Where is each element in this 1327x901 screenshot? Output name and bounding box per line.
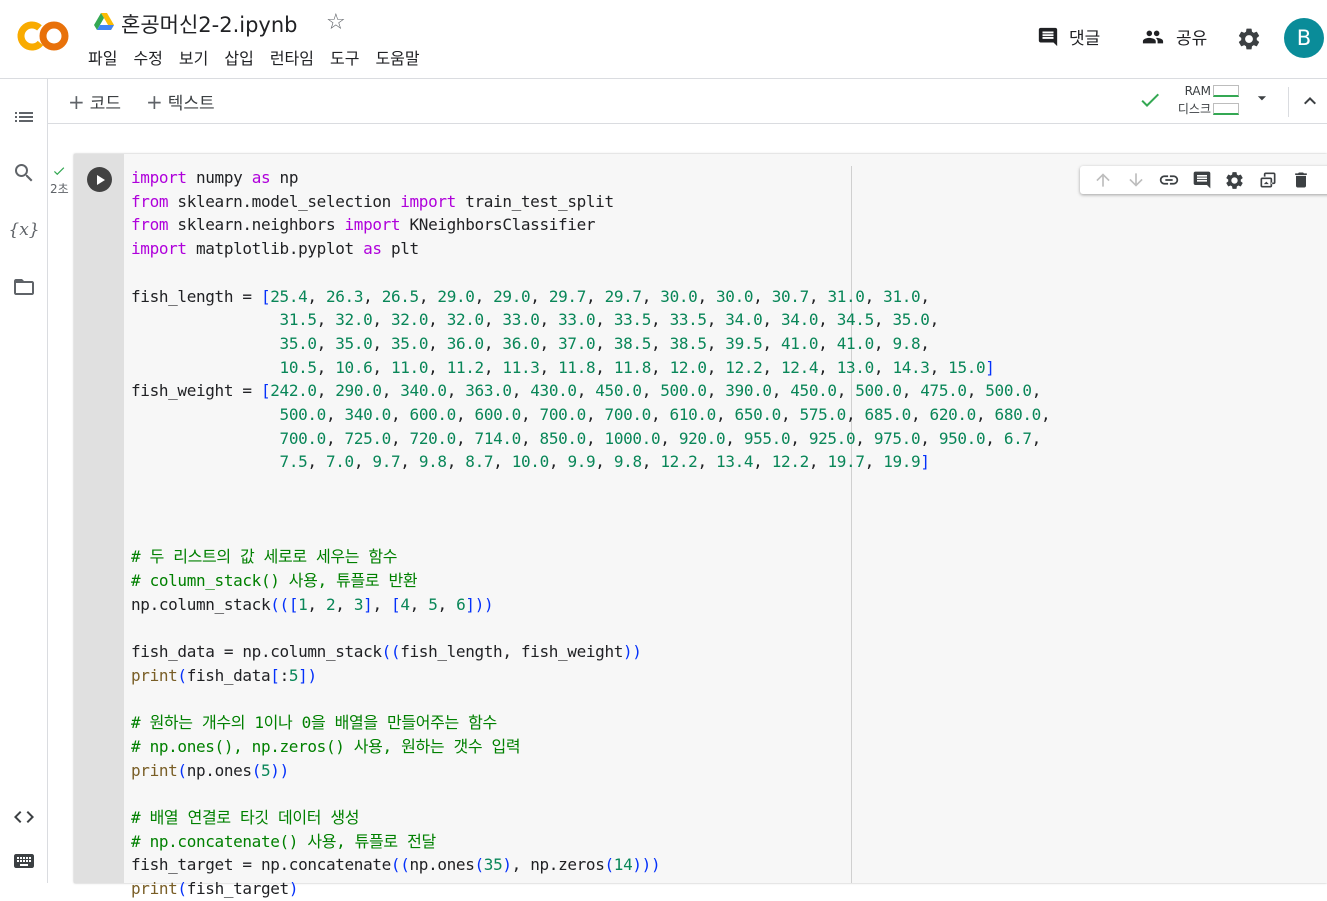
notebook-title[interactable]: 혼공머신2-2.ipynb [121,9,298,39]
menu-file[interactable]: 파일 [80,47,125,71]
comment-button[interactable]: 댓글 [1037,24,1100,49]
left-sidebar: {x} [0,79,48,883]
star-outline-icon[interactable]: ☆ [326,11,346,35]
ram-label: RAM [1184,84,1211,98]
notebook-content: 2초 import numpy as np from sklearn.model… [48,124,1327,898]
resource-meters[interactable] [1213,85,1239,121]
share-button[interactable]: 공유 [1140,24,1207,49]
resource-labels[interactable]: RAM 디스크 [1165,82,1211,118]
chevron-up-icon[interactable] [1298,89,1322,113]
gear-icon[interactable] [1218,166,1251,194]
code-editor[interactable]: import numpy as np from sklearn.model_se… [131,166,1051,901]
comment-label: 댓글 [1069,29,1101,49]
disk-label: 디스크 [1177,102,1211,116]
menu-runtime[interactable]: 런타임 [262,47,322,71]
play-icon [96,174,105,185]
disk-meter [1213,103,1239,115]
link-icon[interactable] [1152,166,1185,194]
search-icon[interactable] [12,161,36,185]
colab-logo-icon[interactable] [16,18,70,54]
folder-icon[interactable] [12,275,36,299]
add-text-button[interactable]: + 텍스트 [146,89,215,114]
ram-meter [1213,85,1239,97]
move-up-icon[interactable] [1086,166,1119,194]
people-icon [1142,30,1164,43]
comment-icon [1038,27,1058,46]
toolbar-divider [1288,87,1289,117]
menu-insert[interactable]: 삽입 [216,47,261,71]
cell-toolbar [1080,166,1327,194]
gear-icon[interactable] [1236,26,1262,52]
avatar[interactable]: B [1284,18,1324,58]
menu-help[interactable]: 도움말 [367,47,427,71]
chevron-down-icon[interactable] [1255,91,1269,105]
share-label: 공유 [1176,29,1208,49]
menu-view[interactable]: 보기 [171,47,216,71]
add-code-button[interactable]: + 코드 [68,89,121,114]
code-icon[interactable] [12,805,36,829]
add-code-label: 코드 [89,94,122,114]
more-vert-icon[interactable] [1317,166,1327,194]
execution-time: 2초 [50,182,69,196]
variables-icon[interactable]: {x} [8,218,39,242]
app-header: 혼공머신2-2.ipynb ☆ 파일 수정 보기 삽입 런타임 도구 도움말 댓… [0,0,1327,79]
google-drive-icon[interactable] [94,13,114,31]
cell-gutter [74,154,124,883]
keyboard-icon[interactable] [12,849,36,873]
run-cell-button[interactable] [87,167,112,192]
executed-check-icon [53,167,65,176]
code-cell[interactable]: import numpy as np from sklearn.model_se… [74,154,1327,898]
comment-icon[interactable] [1185,166,1218,194]
delete-icon[interactable] [1284,166,1317,194]
menu-bar: 파일 수정 보기 삽입 런타임 도구 도움말 [80,47,428,71]
move-down-icon[interactable] [1119,166,1152,194]
notebook-toolbar: + 코드 + 텍스트 RAM 디스크 [48,79,1327,124]
menu-edit[interactable]: 수정 [125,47,170,71]
menu-tools[interactable]: 도구 [322,47,367,71]
mirror-cell-icon[interactable] [1251,166,1284,194]
add-text-label: 텍스트 [167,94,215,114]
connected-check-icon [1141,93,1159,107]
list-icon[interactable] [12,105,36,129]
